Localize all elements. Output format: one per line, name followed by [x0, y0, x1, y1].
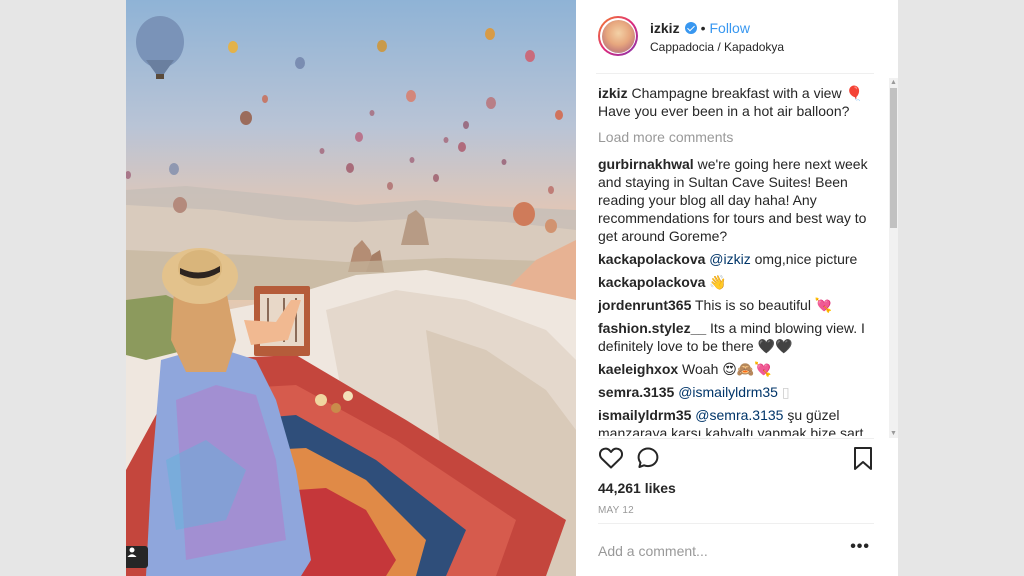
location-link[interactable]: Cappadocia / Kapadokya: [650, 40, 784, 54]
add-comment-input[interactable]: [598, 541, 838, 561]
comment-bubble-icon[interactable]: [636, 446, 660, 475]
comment-item: kaeleighxox Woah 😍🙈💘: [598, 360, 868, 378]
comment-text: Woah 😍🙈💘: [682, 361, 772, 377]
comment-text: This is so beautiful 💘: [695, 297, 833, 313]
user-tag-icon[interactable]: [126, 546, 148, 568]
comments-scrollbar[interactable]: ▲ ▼: [889, 78, 898, 438]
comment-mention[interactable]: @ismailyldrm35: [678, 384, 778, 400]
cappadocia-balloon-scene: [126, 16, 576, 576]
comment-item: jordenrunt365 This is so beautiful 💘: [598, 296, 868, 314]
post-header: izkiz • Follow Cappadocia / Kapadokya: [576, 0, 898, 74]
scroll-up-icon[interactable]: ▲: [889, 78, 898, 87]
comment-username[interactable]: kaeleighxox: [598, 361, 678, 377]
post-details-panel: izkiz • Follow Cappadocia / Kapadokya iz…: [576, 0, 898, 576]
post-date[interactable]: MAY 12: [598, 505, 634, 516]
comment-text: 👋: [709, 274, 727, 290]
comments-list[interactable]: izkiz Champagne breakfast with a view 🎈 …: [598, 84, 868, 436]
caption: izkiz Champagne breakfast with a view 🎈 …: [598, 84, 868, 120]
comment-item: semra.3135 @ismailyldrm35 ▯: [598, 383, 868, 401]
user-line: izkiz • Follow: [650, 20, 750, 36]
post-photo[interactable]: [126, 0, 576, 576]
comment-username[interactable]: gurbirnakhwal: [598, 156, 694, 172]
comment-mention[interactable]: @izkiz: [709, 251, 750, 267]
comment-username[interactable]: ismailyldrm35: [598, 407, 691, 423]
comment-username[interactable]: semra.3135: [598, 384, 674, 400]
likes-count[interactable]: 44,261 likes: [598, 480, 676, 496]
instagram-post: izkiz • Follow Cappadocia / Kapadokya iz…: [126, 0, 898, 576]
more-options-icon[interactable]: •••: [850, 538, 870, 556]
heart-icon[interactable]: [598, 446, 624, 475]
username-link[interactable]: izkiz: [650, 20, 680, 36]
actions-divider: [598, 438, 874, 439]
verified-badge-icon: [684, 22, 697, 34]
comment-item: kackapolackova @izkiz omg,nice picture: [598, 250, 868, 268]
load-more-comments-button[interactable]: Load more comments: [598, 128, 868, 146]
comment-item: gurbirnakhwal we're going here next week…: [598, 155, 868, 245]
comment-username[interactable]: kackapolackova: [598, 251, 705, 267]
comment-mention[interactable]: @semra.3135: [695, 407, 783, 423]
comment-username[interactable]: jordenrunt365: [598, 297, 691, 313]
comment-item: ismailyldrm35 @semra.3135 şu güzel manza…: [598, 406, 868, 436]
header-divider: [596, 73, 874, 74]
comment-item: fashion.stylez__ Its a mind blowing view…: [598, 319, 868, 355]
comment-text: ▯: [781, 384, 790, 400]
comment-item: kackapolackova 👋: [598, 273, 868, 291]
avatar[interactable]: [598, 16, 638, 56]
caption-username[interactable]: izkiz: [598, 85, 628, 101]
action-bar: [598, 446, 874, 472]
scroll-thumb[interactable]: [890, 88, 897, 228]
bookmark-icon[interactable]: [852, 446, 874, 477]
comment-username[interactable]: fashion.stylez__: [598, 320, 706, 336]
add-comment-divider: [598, 523, 874, 524]
comment-username[interactable]: kackapolackova: [598, 274, 705, 290]
scroll-down-icon[interactable]: ▼: [889, 429, 898, 438]
caption-text: Champagne breakfast with a view 🎈 Have y…: [598, 85, 863, 119]
separator-dot: •: [700, 20, 706, 36]
follow-button[interactable]: Follow: [709, 20, 749, 36]
comment-text: omg,nice picture: [754, 251, 858, 267]
